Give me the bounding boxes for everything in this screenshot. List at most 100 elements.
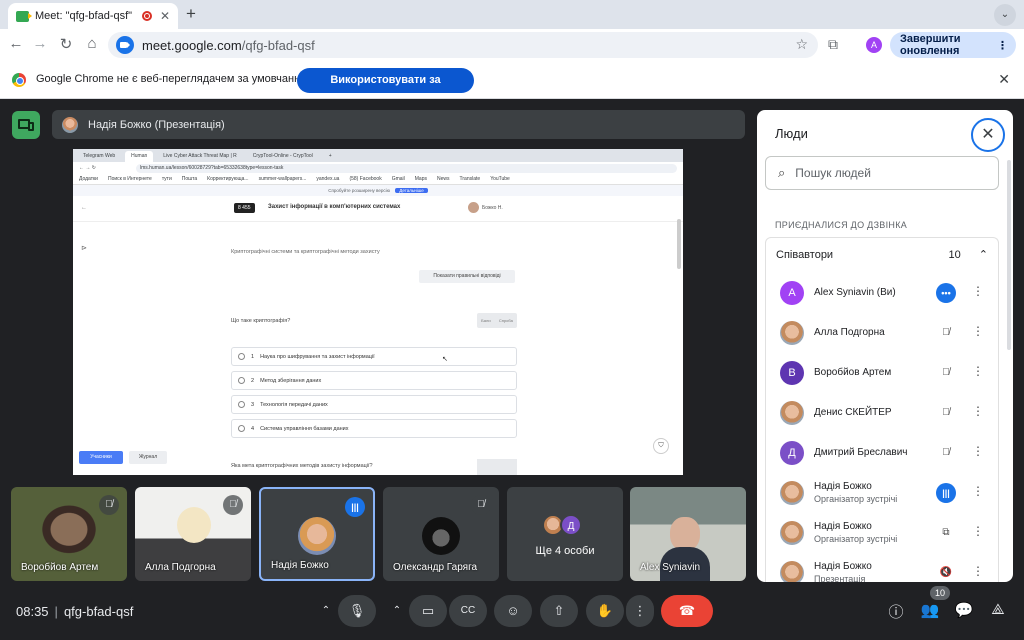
- tab-strip: Meet: "qfg-bfad-qsf" ✕ + ⌄: [0, 0, 1024, 29]
- infobar-message: Google Chrome не є веб-переглядачем за у…: [36, 73, 314, 85]
- mic-off-icon[interactable]: 🎙̸: [936, 403, 956, 423]
- shared-nav-icons: ← → ↻: [79, 165, 96, 171]
- participant-row[interactable]: Надія Божко Презентація 🔇 ⋮: [766, 553, 998, 582]
- option-num: 4: [251, 425, 255, 432]
- option-text: Технологія передачі даних: [260, 401, 328, 408]
- extensions-puzzle-icon[interactable]: ⧉: [828, 36, 838, 53]
- leave-call-icon[interactable]: ☎: [661, 595, 713, 627]
- participant-row[interactable]: A Alex Syniavin (Ви) ••• ⋮: [766, 273, 998, 313]
- participant-row[interactable]: Денис СКЕЙТЕР 🎙̸ ⋮: [766, 393, 998, 433]
- google-meet-icon: [16, 10, 32, 22]
- mic-off-icon: 🎙̸: [471, 495, 491, 515]
- participants-list: A Alex Syniavin (Ви) ••• ⋮ Алла Подгорна…: [765, 271, 999, 582]
- url-path: /qfg-bfad-qsf: [241, 37, 315, 53]
- lesson-back-icon: ←: [81, 205, 87, 211]
- address-bar[interactable]: meet.google.com/qfg-bfad-qsf ☆: [108, 32, 818, 58]
- reload-icon[interactable]: ↻: [56, 35, 76, 53]
- people-icon[interactable]: 👥: [919, 601, 941, 619]
- participant-name: Алла Подгорна: [145, 562, 216, 573]
- avatar-stack: Д: [542, 514, 582, 536]
- browser-tab-meet[interactable]: Meet: "qfg-bfad-qsf" ✕: [8, 3, 178, 29]
- participant-role: Презентація: [814, 574, 866, 582]
- radio-icon: [238, 425, 245, 432]
- more-vert-icon[interactable]: ⋮: [972, 524, 984, 538]
- participant-tile-self[interactable]: Alex Syniavin: [630, 487, 746, 581]
- shared-promo-banner: Спробуйте розширену версію Детальніше: [73, 185, 683, 196]
- site-info-icon[interactable]: [116, 36, 134, 54]
- participant-name: Надія Божко: [814, 521, 872, 532]
- volume-off-icon[interactable]: 🔇: [936, 563, 956, 582]
- panel-scrollbar[interactable]: [1007, 160, 1011, 350]
- mic-off-icon: 🎙̸: [99, 495, 119, 515]
- profile-avatar[interactable]: A: [866, 37, 882, 53]
- new-tab-button[interactable]: +: [186, 4, 196, 24]
- more-vert-icon[interactable]: ⋮: [972, 404, 984, 418]
- more-vert-icon[interactable]: ⋮: [972, 484, 984, 498]
- lesson-user-name: Божко Н.: [482, 204, 503, 211]
- raise-hand-icon[interactable]: ✋: [586, 595, 624, 627]
- home-icon[interactable]: ⌂: [82, 35, 102, 52]
- participant-tile[interactable]: 🎙̸ Воробйов Артем: [11, 487, 127, 581]
- activities-icon[interactable]: ⟁: [987, 601, 1009, 618]
- forward-arrow-icon[interactable]: →: [30, 35, 50, 52]
- participant-name: Денис СКЕЙТЕР: [814, 407, 892, 418]
- mic-off-icon[interactable]: 🎙̸: [936, 363, 956, 383]
- more-participants-tile[interactable]: Д Ще 4 особи: [507, 487, 623, 581]
- more-options-icon[interactable]: •••: [936, 283, 956, 303]
- participant-row[interactable]: Надія Божко Організатор зустрічі ⧉ ⋮: [766, 513, 998, 553]
- meeting-details-info-icon[interactable]: ⓘ: [885, 601, 907, 622]
- people-count-badge: 10: [930, 586, 950, 600]
- video-options-chevron-icon[interactable]: ⌃: [383, 595, 411, 627]
- group-name: Співавтори: [776, 248, 834, 261]
- bookmark-star-icon[interactable]: ☆: [795, 36, 808, 53]
- close-panel-icon[interactable]: ✕: [971, 118, 1005, 152]
- more-vert-icon[interactable]: ⋮: [972, 364, 984, 378]
- participant-name: Дмитрий Бреславич: [814, 447, 908, 458]
- participant-row[interactable]: Алла Подгорна 🎙̸ ⋮: [766, 313, 998, 353]
- option-num: 2: [251, 377, 255, 384]
- mic-off-icon[interactable]: 🎙̸: [936, 443, 956, 463]
- chat-icon[interactable]: 💬: [953, 601, 975, 619]
- more-vert-icon[interactable]: ⋮: [972, 284, 984, 298]
- set-default-button[interactable]: Використовувати за умовчанням: [297, 68, 474, 111]
- browser-toolbar: ← → ↻ ⌂ meet.google.com/qfg-bfad-qsf ☆ ⧉…: [0, 29, 1024, 61]
- meeting-info: 08:35 | qfg-bfad-qsf: [16, 604, 133, 619]
- show-answers-button: Показати правильні відповіді: [419, 270, 515, 283]
- participant-row[interactable]: Надія Божко Організатор зустрічі ||| ⋮: [766, 473, 998, 513]
- microphone-icon[interactable]: 🎙: [338, 595, 376, 627]
- participant-row[interactable]: Д Дмитрий Бреславич 🎙̸ ⋮: [766, 433, 998, 473]
- more-vert-icon[interactable]: ⋮: [972, 324, 984, 338]
- emoji-reactions-icon[interactable]: ☺: [494, 595, 532, 627]
- participant-tile[interactable]: 🎙̸ Олександр Гаряга: [383, 487, 499, 581]
- infobar-close-icon[interactable]: ✕: [998, 71, 1010, 88]
- group-count: 10: [948, 248, 961, 261]
- update-button-label: Завершити оновлення: [900, 33, 961, 57]
- more-vert-icon[interactable]: ⋮: [972, 444, 984, 458]
- search-people-input[interactable]: ⌕ Пошук людей: [765, 156, 999, 190]
- bookmark: Maps: [414, 176, 427, 182]
- captions-icon[interactable]: CC: [449, 595, 487, 627]
- present-screen-icon[interactable]: ⇧: [540, 595, 578, 627]
- tab-search-chevron-icon[interactable]: ⌄: [994, 4, 1016, 26]
- audio-options-chevron-icon[interactable]: ⌃: [312, 595, 340, 627]
- participant-row[interactable]: В Воробйов Артем 🎙̸ ⋮: [766, 353, 998, 393]
- shared-new-tab-icon: +: [328, 153, 332, 159]
- participant-tile-speaking[interactable]: ||| Надія Божко: [259, 487, 375, 581]
- chrome-logo-icon: [12, 73, 26, 87]
- camera-icon[interactable]: ▭: [409, 595, 447, 627]
- back-arrow-icon[interactable]: ←: [6, 35, 26, 52]
- bookmark: (58) Facebook: [349, 176, 382, 182]
- more-vert-icon[interactable]: ⋮: [972, 564, 984, 578]
- presenting-devices-icon: ⧉: [942, 527, 950, 538]
- contributors-group-header[interactable]: Співавтори 10 ⌃: [765, 237, 999, 271]
- bookmark: summer-wallpapers...: [258, 176, 307, 182]
- mic-off-icon[interactable]: 🎙̸: [936, 323, 956, 343]
- participant-tile[interactable]: 🎙̸ Алла Подгорна: [135, 487, 251, 581]
- more-options-icon[interactable]: ⋮: [626, 595, 654, 627]
- finish-update-button[interactable]: Завершити оновлення ⋮: [890, 32, 1016, 58]
- answer-option: 1 Наука про шифрування та захист інформац…: [231, 347, 517, 366]
- participant-avatar: [780, 401, 804, 425]
- shared-screen: Telegram Web Human Live Cyber Attack Thr…: [73, 149, 683, 475]
- presentation-devices-icon[interactable]: [12, 111, 40, 139]
- tab-close-icon[interactable]: ✕: [160, 9, 170, 23]
